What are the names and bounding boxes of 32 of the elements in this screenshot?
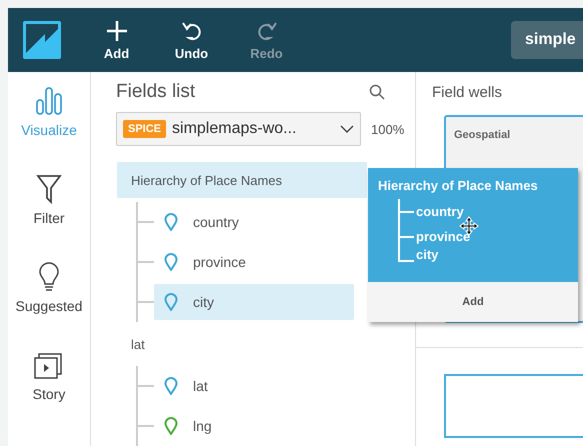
popup-field: city	[416, 247, 438, 262]
suggested-nav-item[interactable]: Suggested	[8, 256, 90, 344]
spice-usage: 100%	[371, 122, 404, 136]
undo-icon	[180, 20, 202, 42]
field-item[interactable]: province	[154, 244, 354, 280]
story-nav-item[interactable]: Story	[8, 344, 90, 432]
logo-icon	[23, 21, 61, 59]
filter-nav-item[interactable]: Filter	[8, 168, 90, 256]
field-item[interactable]: lat	[154, 368, 354, 404]
field-item[interactable]: city	[154, 284, 354, 320]
undo-button[interactable]: Undo	[154, 20, 229, 60]
dataset-dropdown[interactable]: SPICE simplemaps-wo...	[116, 112, 361, 146]
popup-field: country	[416, 204, 464, 219]
panel-title: Fields list	[116, 81, 196, 103]
analysis-name-field[interactable]: simple	[511, 21, 583, 59]
field-item[interactable]: lng	[154, 408, 354, 444]
popup-field: province	[416, 229, 470, 244]
add-button[interactable]: Add	[79, 20, 154, 60]
field-group[interactable]: lat	[117, 326, 367, 362]
field-group[interactable]: Hierarchy of Place Names	[117, 162, 367, 198]
chevron-down-icon	[340, 125, 354, 133]
search-icon[interactable]	[369, 84, 385, 100]
redo-icon	[256, 20, 278, 42]
field-item[interactable]: country	[154, 204, 354, 240]
spice-badge: SPICE	[123, 120, 166, 138]
plus-icon	[106, 20, 128, 42]
add-button[interactable]: Add	[368, 282, 578, 322]
lightbulb-icon	[38, 262, 60, 292]
panel-title: Field wells	[431, 83, 504, 103]
filter-icon	[36, 174, 62, 204]
bar-chart-icon	[34, 86, 64, 116]
popup-title: Hierarchy of Place Names	[378, 178, 539, 193]
